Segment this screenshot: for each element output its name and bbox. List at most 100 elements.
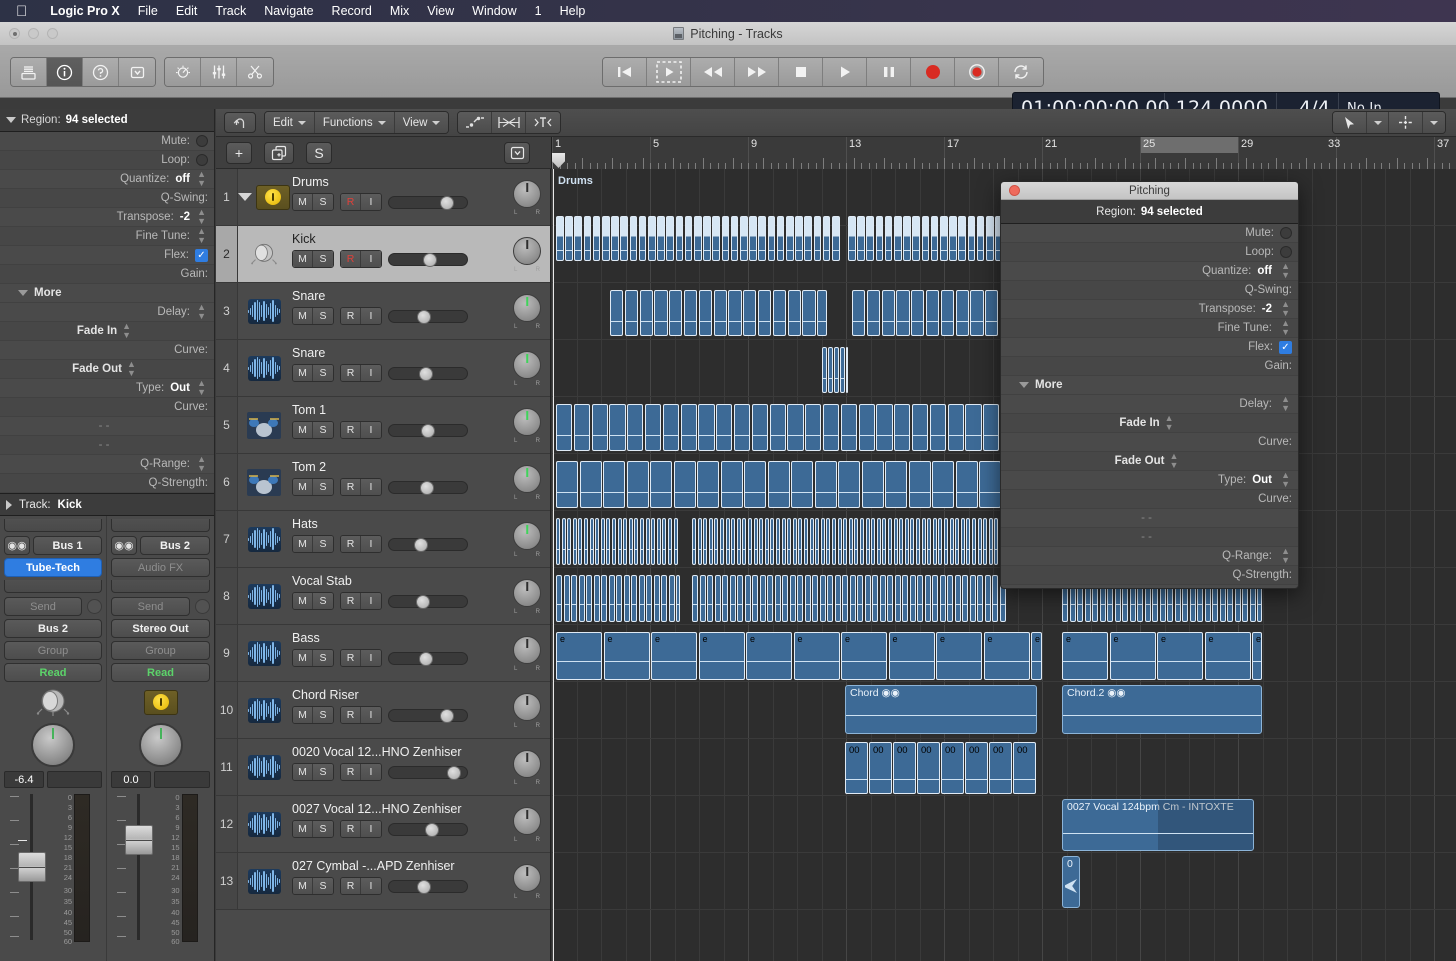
volume-slider[interactable] <box>388 765 468 780</box>
inspector-row-quantize[interactable]: Quantize: off ▲ ▼ <box>0 170 214 189</box>
region-slice[interactable] <box>769 404 786 451</box>
snap-icon[interactable] <box>526 112 561 133</box>
region-slice[interactable] <box>565 216 573 261</box>
region-slice[interactable] <box>861 461 884 508</box>
region-slice[interactable] <box>986 216 994 261</box>
dialog-row-qrange[interactable]: Q-Range: ▲ ▼ <box>1001 547 1298 566</box>
region-slice[interactable] <box>912 216 921 261</box>
playhead-handle[interactable] <box>552 153 565 168</box>
dialog-delay-stepper-icon[interactable]: ▲ ▼ <box>1281 395 1290 413</box>
region-slice[interactable] <box>876 518 881 565</box>
region-slice[interactable] <box>849 575 856 622</box>
region-slice[interactable] <box>556 518 561 565</box>
solo-button[interactable]: S <box>313 308 333 324</box>
track-icon[interactable] <box>238 796 290 852</box>
region-slice[interactable] <box>917 575 923 622</box>
region-slice[interactable] <box>673 461 696 508</box>
bar-ruler[interactable]: 1 5 9 13 17 21 25 29 33 37 <box>551 137 1456 169</box>
track-header-12[interactable]: 12 0027 Vocal 12...HNO Zenhiser M S R I L R <box>216 796 550 853</box>
region-slice[interactable] <box>837 518 842 565</box>
region-slice[interactable] <box>881 290 895 336</box>
region-slice[interactable] <box>626 461 649 508</box>
region-slice[interactable] <box>612 518 617 565</box>
back-navigation-button[interactable] <box>224 112 256 133</box>
inspector-row-delay[interactable]: Delay: ▲ ▼ <box>0 303 214 322</box>
region-slice[interactable] <box>954 575 961 622</box>
record-enable-button[interactable]: R <box>341 821 361 837</box>
region-slice[interactable] <box>675 216 684 261</box>
region-slice[interactable] <box>629 216 638 261</box>
group-button-b[interactable]: Group <box>111 641 210 660</box>
region-slice[interactable] <box>640 518 645 565</box>
track-header-3[interactable]: 3 Snare M S R I L R <box>216 283 550 340</box>
audio-fx-button[interactable]: Audio FX <box>111 558 210 577</box>
region-slice[interactable] <box>866 216 875 261</box>
add-track-button[interactable]: + <box>226 141 252 164</box>
play-button[interactable] <box>823 58 867 86</box>
menu-navigate[interactable]: Navigate <box>255 4 322 18</box>
inspector-row-qrange[interactable]: Q-Range: ▲ ▼ <box>0 455 214 474</box>
region-slice[interactable] <box>822 216 831 261</box>
region-slice[interactable] <box>929 404 947 451</box>
track-header-7[interactable]: 7 Hats M S R I L R <box>216 511 550 568</box>
region-slice[interactable]: 00 <box>917 742 940 794</box>
volume-slider[interactable] <box>388 651 468 666</box>
inspector-row-gain[interactable]: Gain: <box>0 265 214 284</box>
send-button[interactable]: Send <box>4 597 82 616</box>
region-slice[interactable] <box>805 404 822 451</box>
region-slice[interactable] <box>786 216 794 261</box>
region-slice[interactable] <box>854 518 859 565</box>
track-name[interactable]: Kick <box>292 232 542 246</box>
region-slice[interactable] <box>589 518 594 565</box>
region-slice[interactable] <box>712 216 721 261</box>
region-slice[interactable] <box>947 575 953 622</box>
region-slice[interactable] <box>722 575 728 622</box>
region-slice[interactable]: e <box>1252 632 1262 680</box>
track-header-2[interactable]: 2 Kick M S R I L R <box>216 226 550 283</box>
region-slice[interactable] <box>609 404 626 451</box>
volume-slider[interactable] <box>388 822 468 837</box>
region-slice[interactable] <box>903 216 911 261</box>
region-slice[interactable] <box>758 216 767 261</box>
region-slice[interactable] <box>751 404 769 451</box>
region-slice[interactable] <box>684 216 693 261</box>
pan-knob[interactable]: LR <box>513 294 541 330</box>
inspector-row-dash1[interactable]: - - <box>0 417 214 436</box>
region-slice[interactable] <box>623 518 628 565</box>
track-icon[interactable] <box>238 853 290 909</box>
region-slice[interactable] <box>930 216 939 261</box>
flex-checkbox[interactable]: ✓ <box>195 248 208 262</box>
region-slice[interactable] <box>648 216 656 261</box>
region-slice[interactable] <box>638 575 645 622</box>
pan-value[interactable] <box>47 771 102 788</box>
region-slice[interactable] <box>620 216 629 261</box>
region-slice[interactable] <box>759 575 766 622</box>
track-header-6[interactable]: 6 Tom 2MSRILR <box>216 454 550 511</box>
region-slice[interactable] <box>927 518 932 565</box>
region-slice[interactable] <box>645 404 662 451</box>
loop-radio[interactable] <box>196 154 208 166</box>
region-slice[interactable] <box>822 347 827 393</box>
region-slice[interactable] <box>697 461 719 508</box>
empty-insert-slot-2[interactable] <box>4 580 102 593</box>
dialog-row-mute[interactable]: Mute: <box>1001 224 1298 243</box>
region-slice[interactable] <box>940 290 955 336</box>
marquee-tool[interactable] <box>1389 112 1423 133</box>
menu-mix[interactable]: Mix <box>381 4 418 18</box>
mute-button[interactable]: M <box>293 251 313 267</box>
volume-fader-b[interactable] <box>111 792 160 942</box>
pan-knob[interactable]: LR <box>513 408 541 444</box>
region-slice[interactable]: e <box>1109 632 1156 680</box>
disclosure-triangle-icon[interactable] <box>6 117 16 123</box>
region-slice[interactable] <box>666 216 675 261</box>
dialog-row-fadein[interactable]: Fade In ▲ ▼ <box>1001 414 1298 433</box>
record-enable-button[interactable]: R <box>341 593 361 609</box>
region-slice[interactable] <box>866 290 881 336</box>
dialog-quantize-stepper-icon[interactable]: ▲ ▼ <box>1281 262 1290 280</box>
record-enable-button[interactable]: R <box>341 308 361 324</box>
dialog-qrange-stepper-icon[interactable]: ▲ ▼ <box>1281 547 1290 565</box>
dialog-row-flex[interactable]: Flex: ✓ <box>1001 338 1298 357</box>
region-slice[interactable] <box>579 461 602 508</box>
solo-button[interactable]: S <box>313 821 333 837</box>
region-slice[interactable] <box>865 518 870 565</box>
